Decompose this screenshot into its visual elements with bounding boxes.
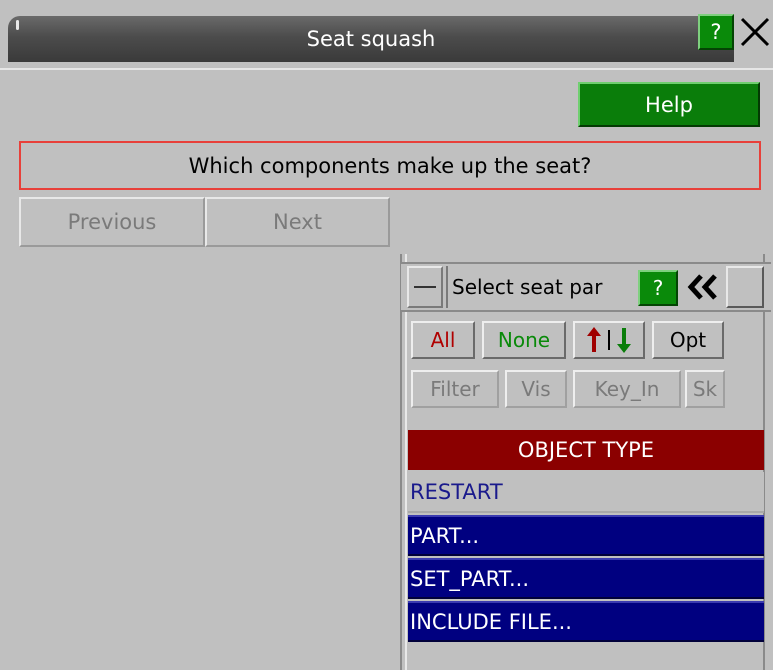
close-button[interactable]	[736, 10, 773, 54]
previous-button[interactable]: Previous	[19, 197, 205, 247]
key-in-button[interactable]: Key_In	[573, 370, 681, 408]
sketch-button[interactable]: Sk	[685, 370, 725, 408]
list-item-include-file[interactable]: INCLUDE FILE...	[408, 601, 764, 642]
options-button[interactable]: Opt	[652, 321, 724, 359]
minus-icon	[414, 286, 436, 288]
question-text: Which components make up the seat?	[188, 153, 592, 178]
select-none-button[interactable]: None	[482, 321, 566, 359]
select-all-button[interactable]: All	[411, 321, 475, 359]
next-button-label: Next	[273, 210, 322, 234]
key-in-label: Key_In	[594, 377, 660, 401]
panel-minimize-button[interactable]	[407, 266, 443, 308]
panel-border-left-highlight	[405, 254, 407, 670]
title-divider	[0, 68, 773, 70]
list-item-label: PART...	[410, 523, 480, 548]
list-item-set-part[interactable]: SET_PART...	[408, 558, 764, 599]
visible-label: Vis	[521, 377, 551, 401]
list-item-label: RESTART	[410, 479, 503, 504]
visible-button[interactable]: Vis	[505, 370, 567, 408]
selection-panel-title: Select seat par	[446, 266, 638, 308]
next-button[interactable]: Next	[205, 197, 390, 247]
panel-border-left	[400, 254, 402, 670]
panel-help-glyph: ?	[652, 276, 664, 300]
select-none-label: None	[497, 328, 551, 352]
help-button[interactable]: Help	[578, 82, 760, 127]
swap-selection-button[interactable]	[573, 321, 645, 359]
window-title: Seat squash	[306, 27, 436, 51]
filter-label: Filter	[430, 377, 480, 401]
swap-arrows-icon	[587, 327, 631, 353]
list-item-restart[interactable]: RESTART	[408, 472, 764, 513]
filter-button[interactable]: Filter	[411, 370, 499, 408]
title-bar-tick	[16, 20, 19, 30]
options-label: Opt	[669, 328, 707, 352]
sketch-label: Sk	[692, 377, 718, 401]
object-type-header[interactable]: OBJECT TYPE	[408, 430, 764, 470]
panel-help-button[interactable]: ?	[638, 270, 678, 306]
close-icon	[740, 17, 769, 47]
window-help-button[interactable]: ?	[698, 14, 734, 50]
double-chevron-left-icon	[687, 274, 717, 300]
select-all-label: All	[430, 328, 456, 352]
list-item-part[interactable]: PART...	[408, 515, 764, 556]
window-help-glyph: ?	[710, 20, 722, 44]
object-type-header-label: OBJECT TYPE	[517, 438, 655, 462]
question-prompt: Which components make up the seat?	[19, 141, 761, 190]
list-item-label: INCLUDE FILE...	[410, 609, 572, 634]
panel-maximize-button[interactable]	[726, 266, 764, 308]
window-title-bar[interactable]: Seat squash	[8, 16, 734, 62]
help-button-label: Help	[645, 92, 693, 117]
selection-panel-title-text: Select seat par	[452, 275, 603, 299]
list-item-label: SET_PART...	[410, 566, 530, 591]
previous-button-label: Previous	[67, 210, 157, 234]
panel-collapse-button[interactable]	[680, 268, 724, 306]
